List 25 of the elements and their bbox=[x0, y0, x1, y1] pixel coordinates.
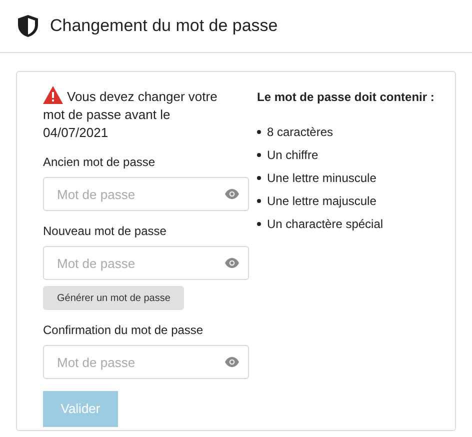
bullet-icon bbox=[257, 198, 261, 202]
field-label: Confirmation du mot de passe bbox=[43, 322, 204, 339]
eye-icon[interactable] bbox=[225, 189, 239, 199]
generate-password-button[interactable]: Générer un mot de passe bbox=[43, 286, 184, 310]
page-title: Changement du mot de passe bbox=[50, 15, 278, 38]
field-label: Nouveau mot de passe bbox=[43, 223, 168, 240]
password-field[interactable]: Mot de passe bbox=[43, 246, 249, 280]
password-field[interactable]: Mot de passe bbox=[43, 345, 249, 379]
bullet-icon bbox=[257, 222, 261, 226]
eye-icon[interactable] bbox=[225, 258, 239, 268]
rule-item: Une lettre majuscule bbox=[267, 192, 376, 210]
warning-icon bbox=[43, 86, 63, 104]
password-field[interactable]: Mot de passe bbox=[43, 177, 249, 211]
eye-icon[interactable] bbox=[225, 357, 239, 367]
rule-item: 8 caractères bbox=[267, 124, 334, 140]
field-label: Ancien mot de passe bbox=[43, 154, 156, 171]
bullet-icon bbox=[257, 130, 261, 134]
rule-item: Une lettre minuscule bbox=[267, 170, 376, 186]
warning-message: Vous devez changer votre mot de passe avant le 04/07/2021 bbox=[43, 86, 223, 142]
bullet-icon bbox=[257, 152, 261, 156]
bullet-icon bbox=[257, 176, 261, 180]
rule-item: Un chiffre bbox=[267, 146, 318, 164]
rule-item: Un charactère spécial bbox=[267, 216, 384, 232]
rules-title: Le mot de passe doit contenir : bbox=[257, 89, 434, 106]
shield-icon bbox=[18, 15, 38, 37]
